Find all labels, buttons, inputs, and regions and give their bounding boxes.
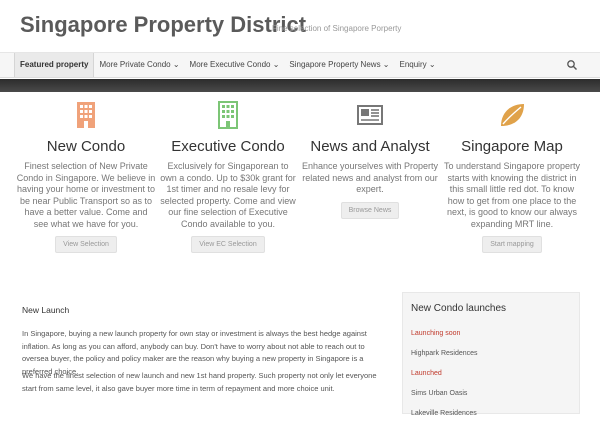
site-tagline: Fine selection of Singapore Porperty bbox=[272, 24, 402, 33]
sidebar-item-sims-urban-oasis[interactable]: Sims Urban Oasis bbox=[411, 387, 571, 407]
newspaper-icon bbox=[357, 105, 383, 125]
nav-item-more-private-condo[interactable]: More Private Condo ⌄ bbox=[94, 53, 184, 77]
feature-executive-condo: Executive Condo Exclusively for Singapor… bbox=[158, 100, 298, 253]
feature-text: Exclusively for Singaporean to own a con… bbox=[160, 161, 296, 229]
main-navigation: Featured property More Private Condo ⌄ M… bbox=[0, 52, 600, 78]
view-selection-button[interactable]: View Selection bbox=[55, 236, 117, 253]
search-icon[interactable] bbox=[566, 59, 578, 71]
nav-item-more-executive-condo[interactable]: More Executive Condo ⌄ bbox=[185, 53, 285, 77]
feature-new-condo: New Condo Finest selection of New Privat… bbox=[16, 100, 156, 253]
nav-item-singapore-property-news[interactable]: Singapore Property News ⌄ bbox=[284, 53, 394, 77]
sidebar-item-lakeville-residences[interactable]: Lakeville Residences bbox=[411, 407, 571, 427]
feature-title: Executive Condo bbox=[171, 138, 285, 155]
sidebar-item-launching-soon: Launching soon bbox=[411, 330, 461, 337]
leaf-icon bbox=[501, 104, 524, 126]
site-title[interactable]: Singapore Property District bbox=[20, 12, 306, 38]
browse-news-button[interactable]: Browse News bbox=[340, 201, 400, 219]
content-heading: New Launch bbox=[22, 305, 70, 315]
features-section: New Condo Finest selection of New Privat… bbox=[0, 100, 600, 280]
sidebar-widget: New Condo launches Launching soon Highpa… bbox=[402, 292, 580, 417]
start-mapping-button[interactable]: Start mapping bbox=[482, 236, 542, 253]
nav-item-enquiry[interactable]: Enquiry ⌄ bbox=[395, 53, 441, 77]
sidebar-item-launched: Launched bbox=[411, 370, 442, 377]
sidebar-item-highpark-residences[interactable]: Highpark Residences bbox=[411, 347, 571, 367]
site-header: Singapore Property District Fine selecti… bbox=[0, 0, 600, 50]
feature-text: To understand Singapore property starts … bbox=[443, 161, 581, 229]
building-icon bbox=[218, 101, 238, 129]
feature-singapore-map: Singapore Map To understand Singapore pr… bbox=[442, 100, 582, 253]
content-paragraph: We have the finest selection of new laun… bbox=[22, 371, 377, 393]
feature-title: New Condo bbox=[46, 138, 126, 155]
hero-slider-strip bbox=[0, 79, 600, 92]
nav-item-featured-property[interactable]: Featured property bbox=[14, 53, 95, 77]
building-icon bbox=[77, 102, 95, 128]
feature-text: Enhance yourselves with Property related… bbox=[301, 161, 439, 194]
feature-title: Singapore Map bbox=[461, 138, 563, 155]
feature-news-and-analyst: News and Analyst Enhance yourselves with… bbox=[300, 100, 440, 219]
feature-title: News and Analyst bbox=[310, 138, 430, 155]
feature-text: Finest selection of New Private Condo in… bbox=[16, 161, 156, 229]
sidebar-list: Launching soon Highpark Residences Launc… bbox=[411, 327, 571, 427]
sidebar-title: New Condo launches bbox=[411, 303, 507, 314]
view-ec-selection-button[interactable]: View EC Selection bbox=[191, 236, 265, 253]
